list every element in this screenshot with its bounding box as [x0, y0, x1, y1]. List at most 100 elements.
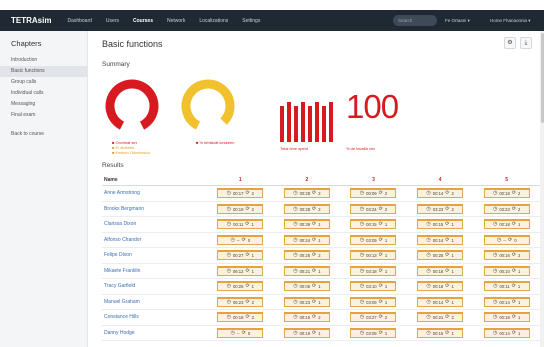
result-cell[interactable]: ◷ 00:39 ⟳ 1 [283, 219, 330, 230]
result-cell[interactable]: ◷ 00:25 ⟳ 1 [417, 250, 464, 261]
result-cell[interactable]: ◷ 00:18 ⟳ 2 [217, 312, 264, 323]
result-cell[interactable]: ◷ 03:27 ⟳ 2 [350, 312, 397, 323]
result-cell[interactable]: ◷ 00:18 ⟳ 1 [417, 281, 464, 292]
result-cell[interactable]: ◷ -- ⟳ 0 [217, 234, 264, 245]
result-cell[interactable]: ◷ 03:18 ⟳ 1 [350, 265, 397, 276]
result-cell[interactable]: ◷ 03:09 ⟳ 1 [350, 234, 397, 245]
name-column-header[interactable]: Name [102, 177, 207, 183]
result-cell[interactable]: ◷ 00:06 ⟳ 1 [283, 281, 330, 292]
result-cell[interactable]: ◷ 03:10 ⟳ 1 [350, 281, 397, 292]
nav-dashboard[interactable]: Dashboard [67, 18, 91, 24]
result-cell[interactable]: ◷ 03:09 ⟳ 1 [350, 327, 397, 338]
result-cell[interactable]: ◷ 00:18 ⟳ 1 [483, 312, 530, 323]
result-cell[interactable]: ◷ 06:12 ⟳ 1 [217, 265, 264, 276]
result-cell[interactable]: ◷ 00:14 ⟳ 1 [417, 296, 464, 307]
participant-name-link[interactable]: Anne Armstrong [102, 190, 207, 196]
time-value: 00:10 [499, 268, 510, 274]
sidebar-item-introduction[interactable]: Introduction [11, 55, 87, 66]
nav-settings[interactable]: Settings [242, 18, 260, 24]
result-cell[interactable]: ◷ 00:28 ⟳ 2 [283, 188, 330, 199]
download-button[interactable]: ⤓ [520, 37, 532, 49]
result-cell[interactable]: ◷ 00:09 ⟳ 2 [350, 188, 397, 199]
participant-name-link[interactable]: Alfonso Chandor [102, 237, 207, 243]
result-cell[interactable]: ◷ 00:11 ⟳ 1 [483, 281, 530, 292]
search-input[interactable]: Search [393, 15, 437, 26]
result-cell[interactable]: ◷ 00:16 ⟳ 2 [483, 250, 530, 261]
result-cell[interactable]: ◷ 03:24 ⟳ 2 [350, 203, 397, 214]
participant-name-link[interactable]: Manuel Graham [102, 299, 207, 305]
brand-logo[interactable]: TETRAsim [11, 16, 51, 25]
result-cell[interactable]: ◷ 00:17 ⟳ 2 [217, 188, 264, 199]
result-cell[interactable]: ◷ 00:19 ⟳ 2 [217, 203, 264, 214]
result-column: ◷ 00:11 ⟳ 1 [473, 281, 540, 292]
result-cell[interactable]: ◷ 00:10 ⟳ 1 [483, 265, 530, 276]
nav-network[interactable]: Network [167, 18, 185, 24]
result-cell[interactable]: ◷ 00:14 ⟳ 1 [483, 327, 530, 338]
attempts-value: 2 [518, 253, 521, 259]
participant-name-link[interactable]: Brooks Bergmann [102, 206, 207, 212]
refresh-icon: ⟳ [511, 329, 517, 336]
result-cell[interactable]: ◷ 00:23 ⟳ 1 [283, 296, 330, 307]
question-header[interactable]: 4 [407, 177, 474, 183]
table-row: Tracy Garfield ◷ 00:25 ⟳ 1 ◷ 00:06 ⟳ 1 ◷ 03:10 ⟳ 1 ◷ 0… [102, 279, 540, 295]
settings-button[interactable]: ⚙ [504, 37, 516, 49]
result-cell[interactable]: ◷ 00:15 ⟳ 1 [350, 219, 397, 230]
org-dropdown[interactable]: Fe Ortaani ▾ [445, 10, 470, 31]
nav-courses[interactable]: Courses [133, 18, 153, 24]
result-cell[interactable]: ◷ 00:13 ⟳ 1 [350, 250, 397, 261]
result-cell[interactable]: ◷ 00:18 ⟳ 1 [417, 265, 464, 276]
back-to-course-link[interactable]: Back to course [11, 131, 87, 137]
participant-name-link[interactable]: Mikaele Franklin [102, 268, 207, 274]
sidebar-item-group-calls[interactable]: Group calls [11, 77, 87, 88]
time-value: 00:21 [299, 268, 311, 274]
participant-name-link[interactable]: Danny Hodge [102, 330, 207, 336]
clock-icon: ◷ [226, 298, 231, 305]
sidebar-item-basic-functions[interactable]: Basic functions [0, 66, 87, 77]
participant-name-link[interactable]: Constance Hills [102, 314, 207, 320]
result-cell[interactable]: ◷ 00:14 ⟳ 2 [417, 188, 464, 199]
result-column: ◷ 00:15 ⟳ 1 [407, 327, 474, 338]
question-header[interactable]: 2 [274, 177, 341, 183]
result-cell[interactable]: ◷ 00:27 ⟳ 1 [217, 250, 264, 261]
result-cell[interactable]: ◷ 00:21 ⟳ 1 [283, 265, 330, 276]
result-cell[interactable]: ◷ 00:19 ⟳ 1 [283, 327, 330, 338]
result-cell[interactable]: ◷ 00:14 ⟳ 1 [483, 296, 530, 307]
page-scrollbar[interactable] [540, 31, 544, 347]
result-column: ◷ 00:14 ⟳ 1 [407, 296, 474, 307]
result-cell[interactable]: ◷ 00:14 ⟳ 1 [417, 234, 464, 245]
sidebar-item-messaging[interactable]: Messaging [11, 99, 87, 110]
result-cell[interactable]: ◷ 00:15 ⟳ 1 [417, 219, 464, 230]
sidebar-item-individual-calls[interactable]: Individual calls [11, 88, 87, 99]
result-cell[interactable]: ◷ 00:11 ⟳ 1 [217, 219, 264, 230]
result-cell[interactable]: ◷ 03:09 ⟳ 1 [350, 296, 397, 307]
result-column: ◷ 00:14 ⟳ 1 [473, 296, 540, 307]
sidebar-item-final-exam[interactable]: Final exam [11, 110, 87, 121]
participant-name-link[interactable]: Clarissa Dixon [102, 221, 207, 227]
question-header[interactable]: 3 [340, 177, 407, 183]
result-cell[interactable]: ◷ 06:23 ⟳ 2 [217, 296, 264, 307]
user-menu[interactable]: Home Fhanaonnia ▾ [490, 10, 531, 31]
nav-users[interactable]: Users [106, 18, 119, 24]
result-cell[interactable]: ◷ 00:24 ⟳ 1 [283, 234, 330, 245]
result-cell[interactable]: ◷ 00:25 ⟳ 1 [217, 281, 264, 292]
clock-icon: ◷ [293, 267, 298, 274]
result-cell[interactable]: ◷ 00:18 ⟳ 1 [483, 219, 530, 230]
result-cell[interactable]: ◷ -- ⟳ 0 [483, 234, 530, 245]
result-cell[interactable]: ◷ 00:15 ⟳ 2 [283, 312, 330, 323]
participant-name-link[interactable]: Felipe Dixon [102, 252, 207, 258]
result-cell[interactable]: ◷ 00:28 ⟳ 2 [283, 203, 330, 214]
refresh-icon: ⟳ [378, 190, 383, 197]
result-cell[interactable]: ◷ -- ⟳ 0 [217, 327, 264, 338]
result-cell[interactable]: ◷ 00:15 ⟳ 1 [417, 327, 464, 338]
question-header[interactable]: 1 [207, 177, 274, 183]
time-value: 00:14 [432, 299, 444, 305]
result-cell[interactable]: ◷ 00:21 ⟳ 2 [417, 312, 464, 323]
question-header[interactable]: 5 [473, 177, 540, 183]
result-cell[interactable]: ◷ 00:25 ⟳ 2 [283, 250, 330, 261]
nav-localizations[interactable]: Localizations [199, 18, 228, 24]
result-cell[interactable]: ◷ 03:23 ⟳ 2 [417, 203, 464, 214]
scrollbar-thumb[interactable] [540, 33, 544, 123]
result-cell[interactable]: ◷ 00:18 ⟳ 2 [483, 188, 530, 199]
participant-name-link[interactable]: Tracy Garfield [102, 283, 207, 289]
result-cell[interactable]: ◷ 03:23 ⟳ 2 [483, 203, 530, 214]
